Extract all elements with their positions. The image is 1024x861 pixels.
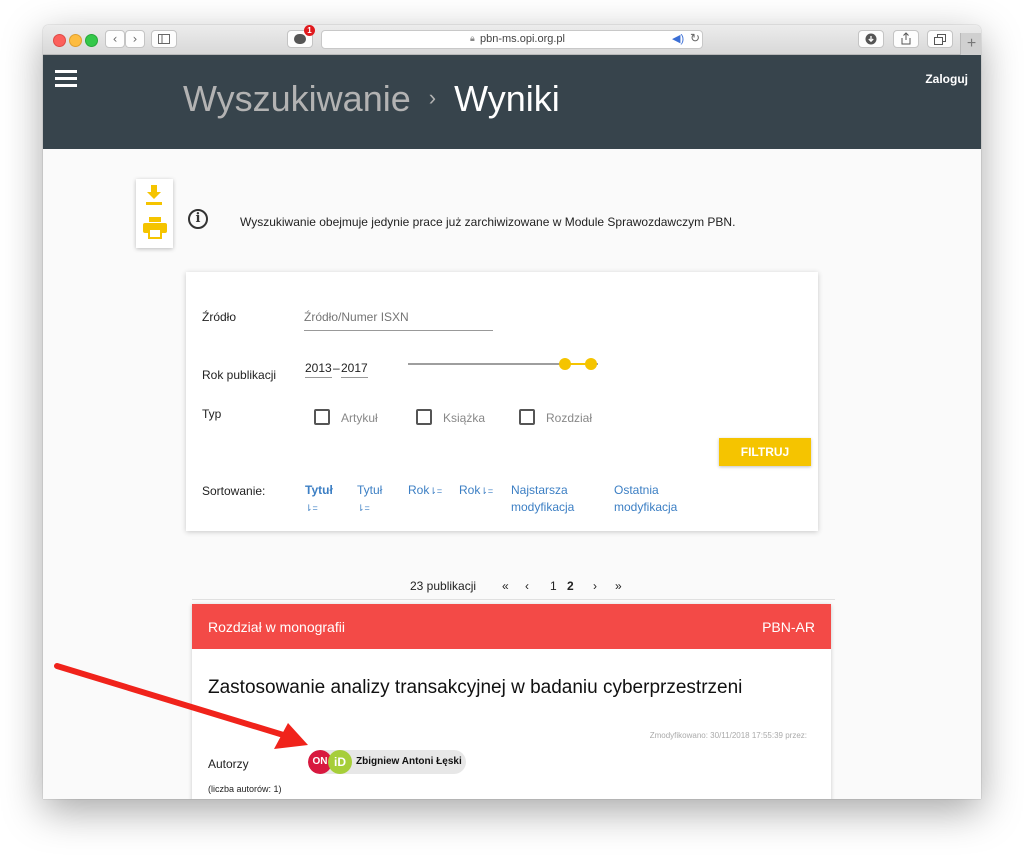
book-checkbox-label: Książka (443, 411, 486, 425)
type-label: Typ (202, 407, 222, 421)
breadcrumb-separator: › (428, 85, 437, 110)
next-page-button[interactable]: › (593, 579, 597, 593)
authors-label: Autorzy (208, 757, 249, 771)
download-icon[interactable] (858, 30, 884, 48)
source-input[interactable] (304, 304, 493, 331)
year-dash: – (333, 361, 340, 375)
sort-oldest-modification[interactable]: Najstarsza modyfikacja (511, 482, 591, 516)
year-from-input[interactable]: 2013 (305, 361, 332, 378)
result-type: Rozdział w monografii (208, 619, 345, 635)
minimize-window-button[interactable] (69, 34, 82, 47)
breadcrumb-current: Wyniki (454, 78, 560, 119)
year-to-input[interactable]: 2017 (341, 361, 368, 378)
result-source-tag: PBN-AR (762, 619, 815, 635)
article-checkbox-label: Artykuł (341, 411, 378, 425)
chapter-checkbox[interactable] (519, 409, 535, 425)
author-chip[interactable]: ON iD Zbigniew Antoni Łęski (308, 750, 466, 774)
export-tools (136, 179, 173, 248)
orcid-id-icon: iD (328, 750, 352, 774)
tabs-overview-icon[interactable] (927, 30, 953, 48)
info-icon: i (188, 209, 208, 229)
prev-page-button[interactable]: ‹ (525, 579, 529, 593)
year-label: Rok publikacji (202, 368, 277, 382)
authors-count: (liczba autorów: 1) (208, 784, 282, 794)
chapter-checkbox-label: Rozdział (546, 411, 593, 425)
extension-icon[interactable]: 1 (287, 25, 315, 48)
first-page-button[interactable]: « (502, 579, 509, 593)
sort-year-desc-label: Rok (459, 483, 481, 497)
sort-year-desc[interactable]: Rok⇂= (459, 482, 493, 500)
url-text: pbn-ms.opi.org.pl (480, 33, 565, 45)
filter-panel: Źródło Rok publikacji 2013 – 2017 Typ Ar… (186, 272, 818, 531)
slider-max-handle[interactable] (585, 358, 597, 370)
filter-button[interactable]: FILTRUJ (719, 438, 811, 466)
info-text: Wyszukiwanie obejmuje jedynie prace już … (240, 215, 736, 229)
article-checkbox[interactable] (314, 409, 330, 425)
result-card: Rozdział w monografii PBN-AR Zastosowani… (192, 604, 831, 799)
breadcrumb: Wyszukiwanie › Wyniki (183, 78, 560, 120)
browser-toolbar: ‹ › 1 🔒︎ pbn-ms.opi.org.pl ◀) ↻ + (43, 25, 981, 55)
audio-icon[interactable]: ◀) (672, 32, 684, 45)
sort-title-asc[interactable]: Tytuł ⇂= (305, 482, 333, 517)
sort-asc-icon: ⇂= (305, 503, 318, 513)
share-icon[interactable] (893, 30, 919, 48)
sort-asc-icon: ⇂= (429, 486, 443, 496)
sort-title-desc[interactable]: Tytuł ⇂= (357, 482, 382, 517)
sort-desc-icon: ⇂= (357, 503, 370, 513)
lock-icon: 🔒︎ (470, 33, 475, 43)
pagination-divider (192, 599, 835, 600)
download-icon[interactable] (145, 184, 163, 211)
breadcrumb-search-link[interactable]: Wyszukiwanie (183, 78, 411, 119)
login-link[interactable]: Zaloguj (925, 72, 968, 86)
forward-icon[interactable]: › (125, 30, 145, 48)
sidebar-toggle-icon[interactable] (151, 30, 177, 48)
new-tab-icon[interactable]: + (960, 33, 981, 55)
page-1-button[interactable]: 1 (550, 579, 557, 593)
result-header: Rozdział w monografii PBN-AR (192, 604, 831, 649)
address-bar[interactable]: 🔒︎ pbn-ms.opi.org.pl ◀) ↻ (321, 30, 703, 49)
hamburger-menu-icon[interactable] (55, 70, 77, 91)
sort-desc-icon: ⇂= (480, 486, 494, 496)
sort-year-asc-label: Rok (408, 483, 430, 497)
zoom-window-button[interactable] (85, 34, 98, 47)
back-icon[interactable]: ‹ (105, 30, 125, 48)
print-icon[interactable] (143, 217, 167, 244)
modified-info: Zmodyfikowano: 30/11/2018 17:55:39 przez… (649, 731, 807, 740)
result-title[interactable]: Zastosowanie analizy transakcyjnej w bad… (208, 677, 742, 699)
extension-badge: 1 (304, 25, 315, 36)
source-label: Źródło (202, 310, 237, 324)
slider-min-handle[interactable] (559, 358, 571, 370)
browser-window: ‹ › 1 🔒︎ pbn-ms.opi.org.pl ◀) ↻ + Wyszuk (43, 25, 981, 799)
page-2-current: 2 (567, 579, 574, 593)
last-page-button[interactable]: » (615, 579, 622, 593)
author-name: Zbigniew Antoni Łęski (356, 756, 462, 767)
sort-title-asc-label: Tytuł (305, 483, 333, 497)
year-range-slider[interactable] (408, 358, 598, 370)
page-header: Wyszukiwanie › Wyniki Zaloguj (43, 55, 981, 149)
close-window-button[interactable] (53, 34, 66, 47)
sort-label: Sortowanie: (202, 484, 266, 498)
sort-latest-modification[interactable]: Ostatnia modyfikacja (614, 482, 694, 516)
sort-year-asc[interactable]: Rok⇂= (408, 482, 442, 500)
book-checkbox[interactable] (416, 409, 432, 425)
reload-icon[interactable]: ↻ (690, 31, 700, 45)
results-count: 23 publikacji (410, 579, 477, 593)
sort-title-desc-label: Tytuł (357, 483, 383, 497)
